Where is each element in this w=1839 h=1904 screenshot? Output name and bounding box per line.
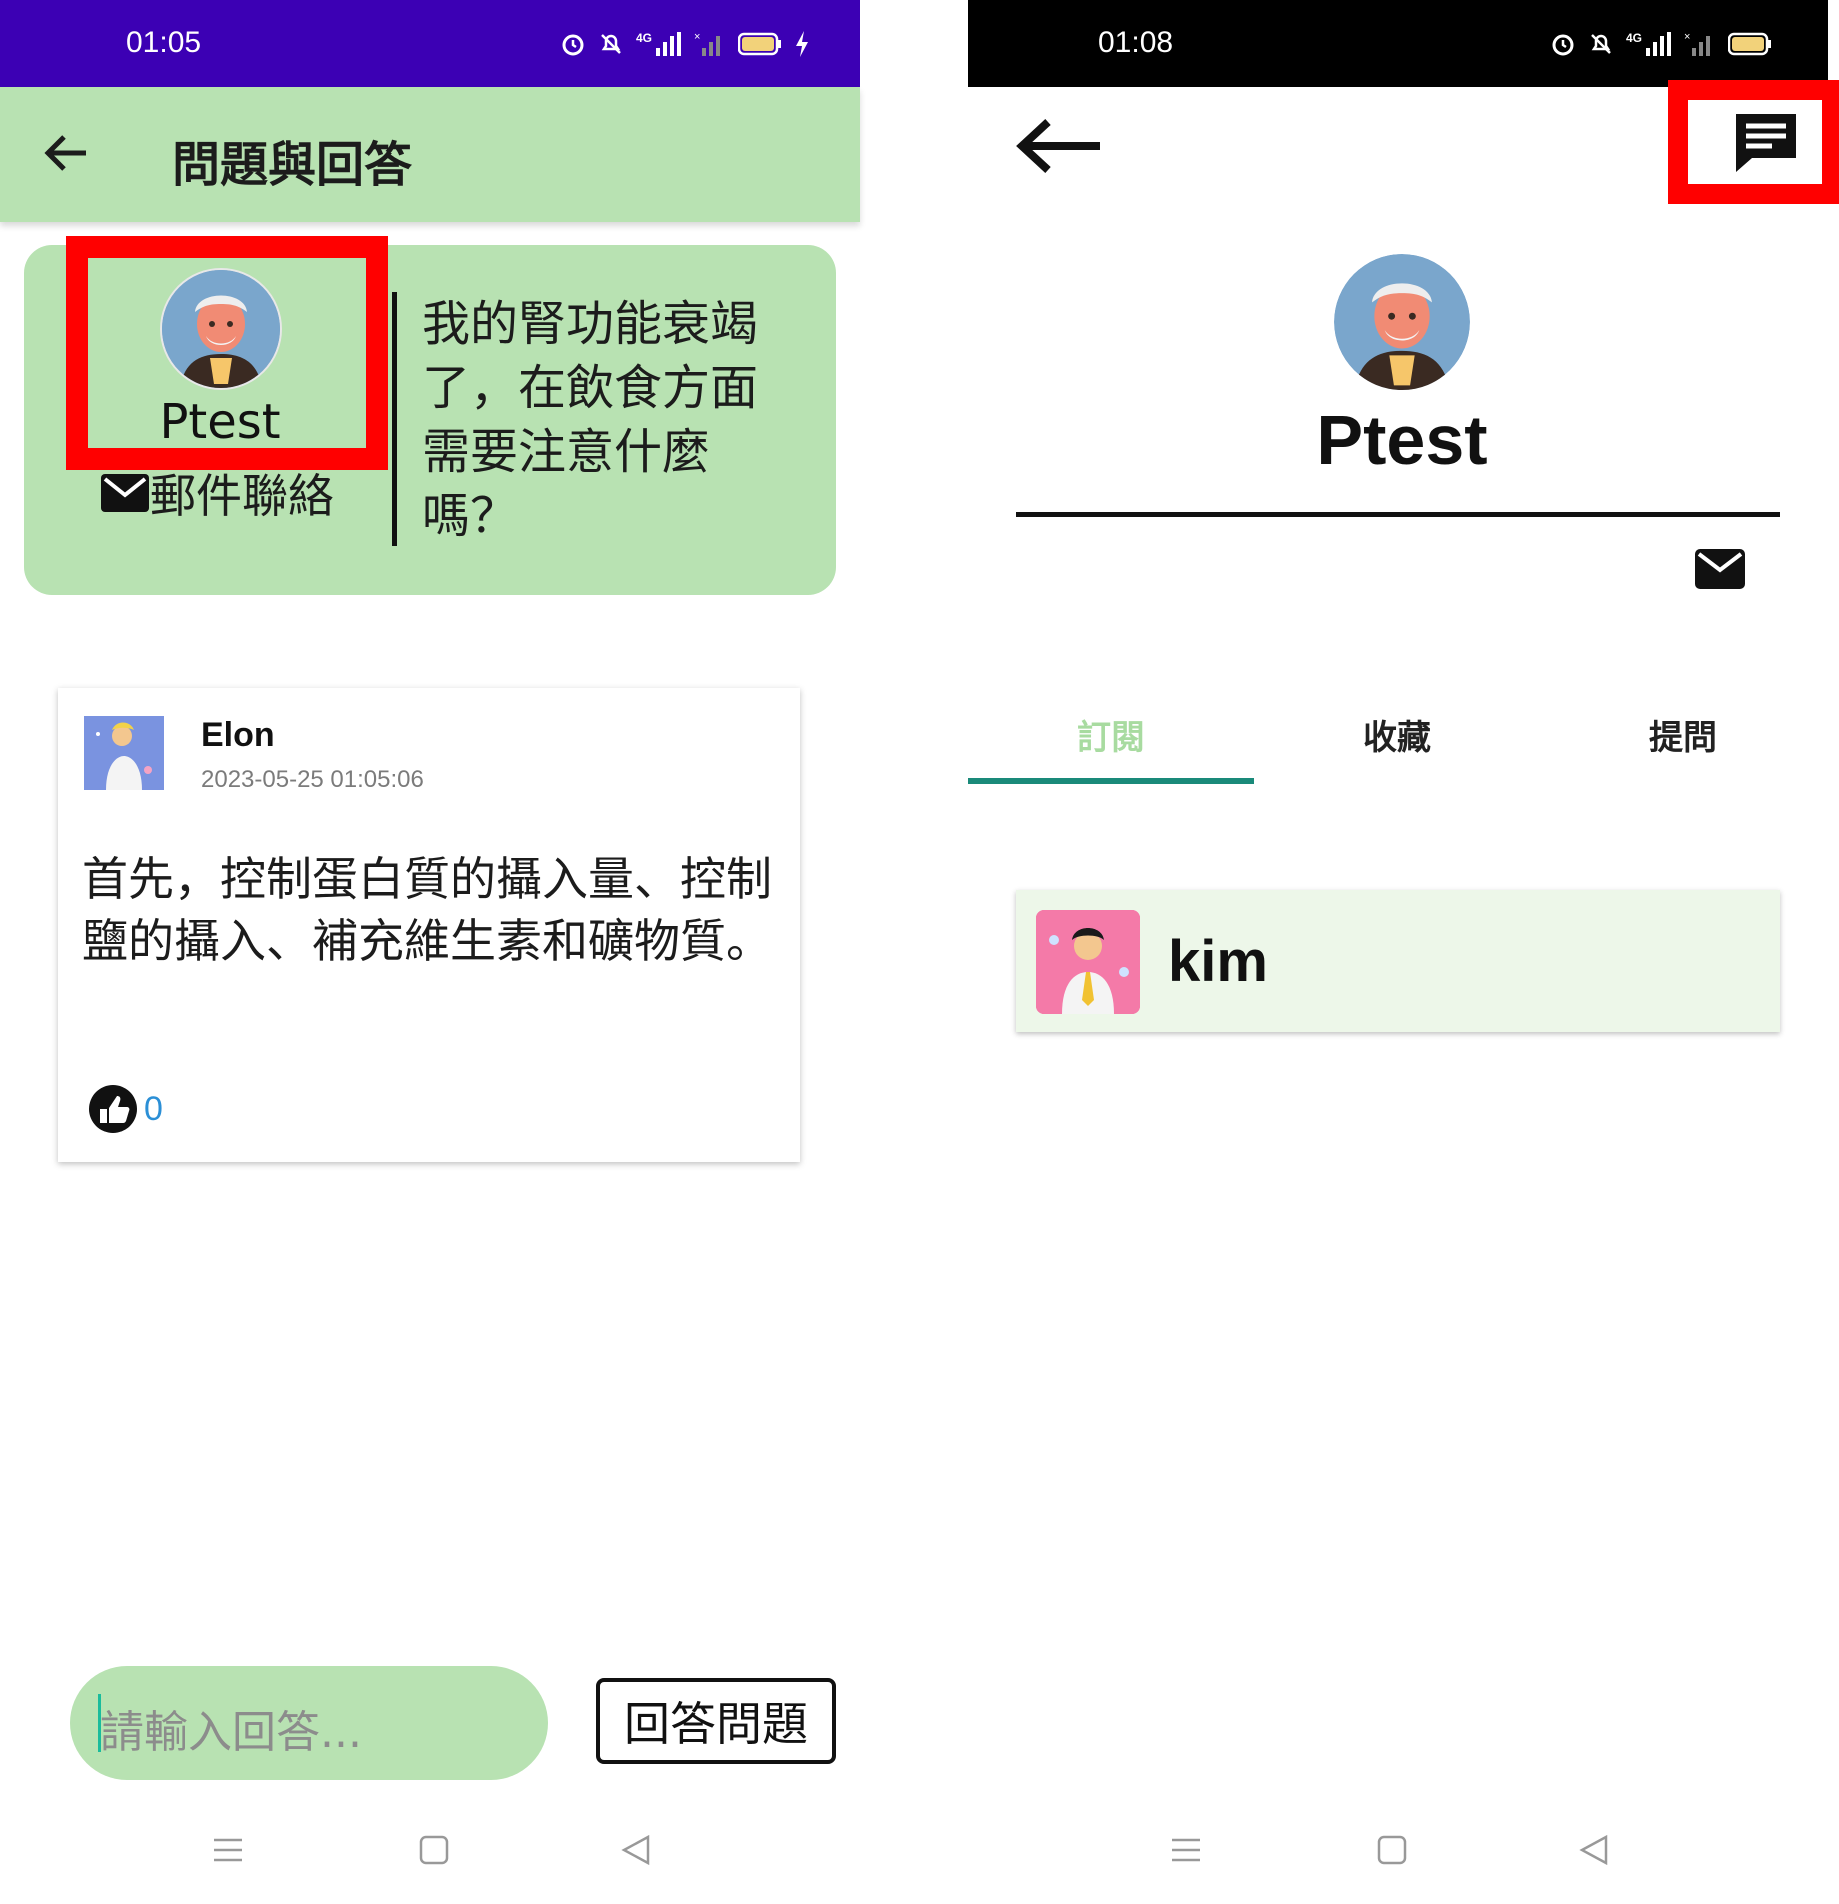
answer-avatar[interactable] bbox=[84, 716, 164, 790]
no-signal-icon: × bbox=[1684, 31, 1710, 56]
question-divider bbox=[392, 292, 397, 546]
left-screen: 01:05 4G × 問題與回答 Ptest 郵件聯絡 我的腎功能衰竭了，在飲食… bbox=[0, 0, 860, 1904]
mail-contact-button[interactable]: 郵件聯絡 bbox=[100, 460, 334, 526]
status-icons: 4G × bbox=[560, 24, 810, 64]
alarm-icon bbox=[1552, 34, 1574, 56]
reply-button[interactable]: 回答問題 bbox=[596, 1678, 836, 1764]
message-icon[interactable] bbox=[1732, 110, 1800, 176]
profile-avatar bbox=[1334, 254, 1470, 390]
svg-text:×: × bbox=[1684, 31, 1690, 43]
status-bar: 01:05 4G × bbox=[0, 0, 860, 87]
charging-icon bbox=[796, 31, 808, 57]
4g-signal-icon: 4G bbox=[636, 31, 681, 56]
back-arrow-icon[interactable] bbox=[1012, 116, 1102, 176]
back-arrow-icon[interactable] bbox=[44, 133, 88, 173]
back-triangle-icon[interactable] bbox=[1578, 1834, 1610, 1866]
answer-text: 首先，控制蛋白質的攝入量、控制鹽的攝入、補充維生素和礦物質。 bbox=[82, 852, 772, 968]
home-icon[interactable] bbox=[418, 1834, 450, 1866]
battery-icon bbox=[738, 32, 781, 56]
svg-text:4G: 4G bbox=[1626, 31, 1642, 45]
tab-bar: 訂閱 收藏 提問 bbox=[968, 700, 1828, 786]
mail-contact-label: 郵件聯絡 bbox=[150, 469, 334, 523]
answer-card: Elon 2023-05-25 01:05:06 首先，控制蛋白質的攝入量、控制… bbox=[58, 688, 800, 1162]
4g-signal-icon: 4G bbox=[1626, 31, 1671, 56]
subscription-item[interactable]: kim bbox=[1016, 890, 1780, 1032]
menu-icon[interactable] bbox=[212, 1834, 244, 1866]
svg-text:4G: 4G bbox=[636, 31, 652, 45]
tab-indicator bbox=[968, 778, 1254, 784]
profile-divider bbox=[1016, 512, 1780, 517]
tab-questions[interactable]: 提問 bbox=[1540, 710, 1826, 759]
tab-subscribe[interactable]: 訂閱 bbox=[968, 710, 1254, 759]
like-button[interactable]: 0 bbox=[86, 1082, 163, 1136]
home-icon[interactable] bbox=[1376, 1834, 1408, 1866]
like-count: 0 bbox=[144, 1089, 163, 1128]
subscription-avatar bbox=[1036, 910, 1140, 1014]
mail-icon[interactable] bbox=[1694, 548, 1746, 590]
svg-text:×: × bbox=[694, 31, 700, 43]
menu-icon[interactable] bbox=[1170, 1834, 1202, 1866]
mute-icon bbox=[601, 34, 621, 54]
profile-name: Ptest bbox=[1316, 401, 1488, 479]
answer-username: Elon bbox=[201, 716, 275, 754]
mail-icon bbox=[101, 474, 149, 512]
question-text: 我的腎功能衰竭了，在飲食方面需要注意什麼嗎？ bbox=[422, 296, 759, 544]
status-bar: 01:08 4G × bbox=[968, 0, 1828, 87]
highlight-box bbox=[66, 236, 388, 470]
answer-timestamp: 2023-05-25 01:05:06 bbox=[201, 766, 424, 793]
back-triangle-icon[interactable] bbox=[620, 1834, 652, 1866]
no-signal-icon: × bbox=[694, 31, 720, 56]
status-time: 01:08 bbox=[1098, 26, 1174, 59]
mute-icon bbox=[1591, 34, 1611, 54]
system-nav-bar bbox=[0, 1826, 860, 1886]
battery-icon bbox=[1728, 32, 1771, 56]
reply-input[interactable]: 請輸入回答... bbox=[70, 1666, 548, 1780]
system-nav-bar bbox=[968, 1826, 1828, 1886]
alarm-icon bbox=[562, 34, 584, 56]
thumbs-up-icon[interactable] bbox=[86, 1082, 140, 1136]
status-icons: 4G × bbox=[1550, 24, 1772, 64]
subscription-name: kim bbox=[1168, 929, 1268, 994]
page-title: 問題與回答 bbox=[172, 137, 413, 193]
tab-favorites[interactable]: 收藏 bbox=[1254, 710, 1540, 759]
status-time: 01:05 bbox=[126, 26, 202, 59]
app-bar: 問題與回答 bbox=[0, 87, 860, 222]
right-screen: 01:08 4G × Ptest 訂閱 收藏 提問 kim bbox=[968, 0, 1839, 1904]
reply-placeholder: 請輸入回答... bbox=[100, 1707, 362, 1758]
